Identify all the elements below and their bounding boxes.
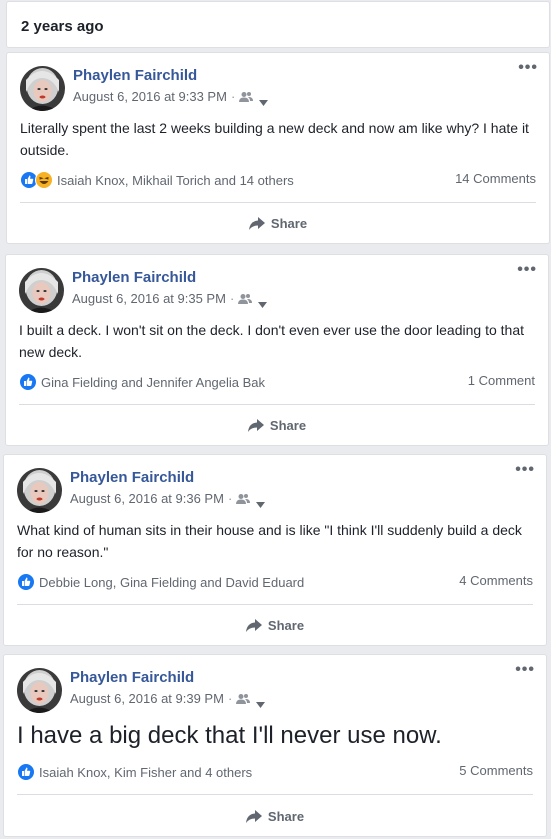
reaction-icons (17, 573, 35, 591)
reactions-text[interactable]: Isaiah Knox, Kim Fisher and 4 others (39, 765, 252, 780)
reaction-icons (17, 763, 35, 781)
more-options-icon[interactable]: ••• (515, 461, 535, 479)
share-label: Share (269, 417, 307, 433)
chevron-down-icon[interactable] (256, 696, 266, 708)
author-name-link[interactable]: Phaylen Fairchild (73, 67, 197, 84)
share-label: Share (267, 808, 305, 824)
share-button[interactable]: Share (4, 804, 546, 828)
friends-icon (239, 91, 254, 103)
like-reaction-icon (17, 763, 35, 781)
divider (17, 604, 533, 605)
meta-separator: · (230, 89, 236, 104)
comments-count-link[interactable]: 5 Comments (459, 763, 533, 778)
comments-count-link[interactable]: 4 Comments (459, 573, 533, 588)
share-arrow-icon (248, 216, 265, 230)
share-button[interactable]: Share (4, 613, 546, 637)
divider (20, 202, 536, 203)
author-avatar[interactable] (17, 668, 62, 713)
share-label: Share (267, 617, 305, 633)
reactions-text[interactable]: Debbie Long, Gina Fielding and David Edu… (39, 575, 304, 590)
friends-icon (238, 293, 253, 305)
reaction-icons (20, 171, 53, 189)
friends-icon (236, 693, 251, 705)
reactions-summary[interactable]: Gina Fielding and Jennifer Angelia Bak (19, 373, 265, 391)
like-reaction-icon (17, 573, 35, 591)
friends-icon (236, 493, 251, 505)
share-arrow-icon (245, 618, 262, 632)
post-meta: August 6, 2016 at 9:39 PM · (70, 691, 266, 708)
chevron-down-icon[interactable] (259, 94, 269, 106)
reactions-summary[interactable]: Debbie Long, Gina Fielding and David Edu… (17, 573, 304, 591)
reactions-summary[interactable]: Isaiah Knox, Mikhail Torich and 14 other… (20, 171, 294, 189)
post-text: I have a big deck that I'll never use no… (17, 722, 442, 749)
meta-separator: · (227, 691, 233, 706)
share-button[interactable]: Share (6, 413, 548, 437)
divider (19, 404, 535, 405)
post-card: Phaylen Fairchild August 6, 2016 at 9:36… (3, 454, 547, 646)
post-text: I built a deck. I won't sit on the deck.… (19, 322, 524, 360)
post-meta: August 6, 2016 at 9:36 PM · (70, 491, 266, 508)
share-button[interactable]: Share (7, 211, 549, 235)
reactions-summary[interactable]: Isaiah Knox, Kim Fisher and 4 others (17, 763, 252, 781)
post-card: Phaylen Fairchild August 6, 2016 at 9:35… (5, 254, 549, 446)
share-arrow-icon (245, 809, 262, 823)
more-options-icon[interactable]: ••• (518, 59, 538, 77)
reactions-text[interactable]: Isaiah Knox, Mikhail Torich and 14 other… (57, 173, 294, 188)
chevron-down-icon[interactable] (256, 496, 266, 508)
meta-separator: · (227, 491, 233, 506)
share-arrow-icon (247, 418, 264, 432)
chevron-down-icon[interactable] (258, 296, 268, 308)
share-label: Share (270, 215, 308, 231)
author-name-link[interactable]: Phaylen Fairchild (70, 469, 194, 486)
divider (17, 794, 533, 795)
comments-count-link[interactable]: 1 Comment (468, 373, 535, 388)
post-timestamp-link[interactable]: August 6, 2016 at 9:35 PM (72, 291, 226, 306)
more-options-icon[interactable]: ••• (517, 261, 537, 279)
post-card: Phaylen Fairchild August 6, 2016 at 9:33… (6, 52, 550, 244)
memories-header-label: 2 years ago (21, 18, 104, 35)
author-avatar[interactable] (20, 66, 65, 111)
post-text: What kind of human sits in their house a… (17, 522, 522, 560)
author-name-link[interactable]: Phaylen Fairchild (70, 669, 194, 686)
comments-count-link[interactable]: 14 Comments (455, 171, 536, 186)
like-reaction-icon (19, 373, 37, 391)
author-name-link[interactable]: Phaylen Fairchild (72, 269, 196, 286)
post-text: Literally spent the last 2 weeks buildin… (20, 120, 529, 158)
post-timestamp-link[interactable]: August 6, 2016 at 9:33 PM (73, 89, 227, 104)
author-avatar[interactable] (17, 468, 62, 513)
author-avatar[interactable] (19, 268, 64, 313)
post-timestamp-link[interactable]: August 6, 2016 at 9:39 PM (70, 691, 224, 706)
reactions-text[interactable]: Gina Fielding and Jennifer Angelia Bak (41, 375, 265, 390)
reaction-icons (19, 373, 37, 391)
post-meta: August 6, 2016 at 9:33 PM · (73, 89, 269, 106)
more-options-icon[interactable]: ••• (515, 661, 535, 679)
meta-separator: · (229, 291, 235, 306)
post-card: Phaylen Fairchild August 6, 2016 at 9:39… (3, 654, 547, 837)
post-meta: August 6, 2016 at 9:35 PM · (72, 291, 268, 308)
memories-header-card: 2 years ago (6, 1, 550, 48)
haha-reaction-icon (35, 171, 53, 189)
post-timestamp-link[interactable]: August 6, 2016 at 9:36 PM (70, 491, 224, 506)
